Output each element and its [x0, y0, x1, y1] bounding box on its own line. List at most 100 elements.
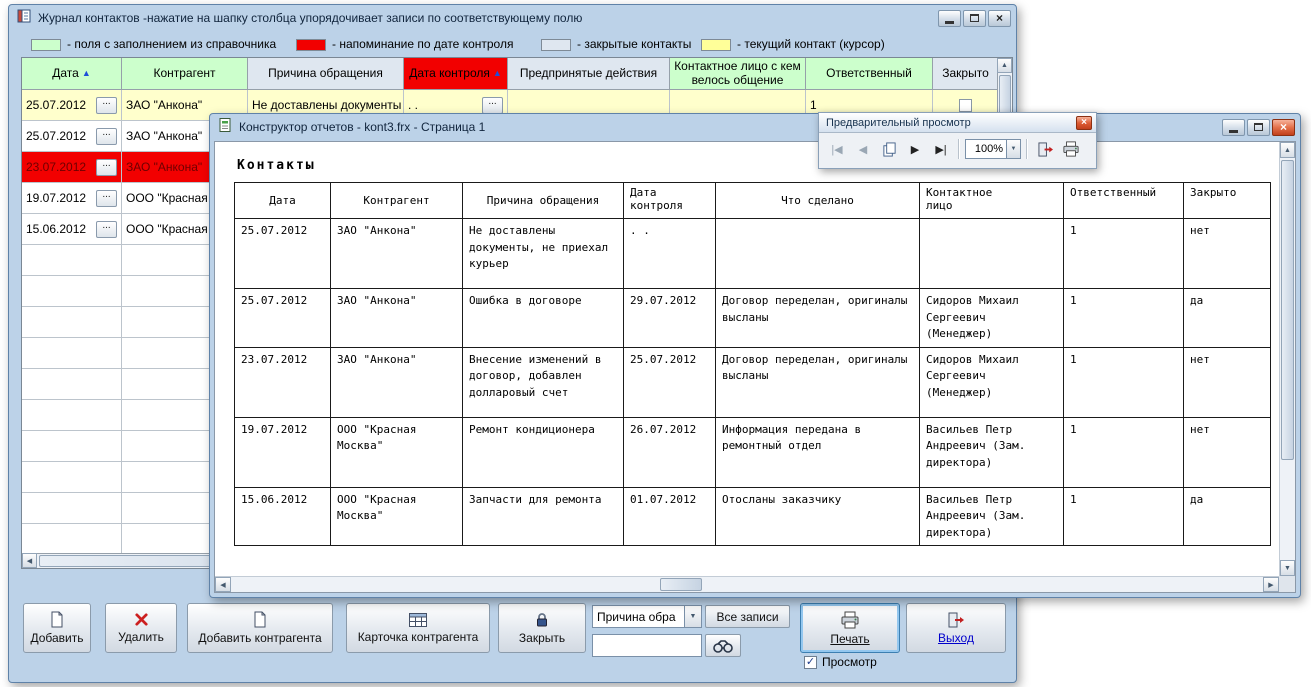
printer-icon [1062, 141, 1080, 157]
first-page-button[interactable]: |◀ [825, 137, 849, 161]
search-input[interactable] [592, 634, 702, 657]
pages-icon [882, 142, 897, 157]
date-picker-button[interactable]: ... [96, 97, 117, 114]
scroll-down-button[interactable]: ▼ [1280, 560, 1295, 576]
filter-field-value: Причина обра [593, 610, 684, 624]
report-col-control-date: Дата контроля [624, 183, 716, 219]
scroll-right-button[interactable]: ▶ [1263, 577, 1279, 592]
minimize-icon [945, 21, 954, 24]
delete-button[interactable]: Удалить [105, 603, 177, 653]
report-col-closed: Закрыто [1184, 183, 1271, 219]
column-header-actions[interactable]: Предпринятые действия [508, 58, 670, 90]
column-header-responsible[interactable]: Ответственный [806, 58, 933, 90]
close-button[interactable]: × [1272, 119, 1295, 136]
close-button[interactable]: × [1076, 116, 1092, 130]
scroll-thumb[interactable] [660, 578, 702, 591]
find-button[interactable] [705, 634, 741, 657]
report-col-done: Что сделано [716, 183, 920, 219]
all-records-button[interactable]: Все записи [705, 605, 790, 628]
date-cell[interactable]: 25.07.2012 ... [22, 90, 122, 121]
maximize-icon [970, 14, 979, 22]
date-cell[interactable]: 23.07.2012 ... [22, 152, 122, 183]
chevron-down-icon[interactable]: ▼ [1006, 140, 1020, 158]
report-app-icon [217, 117, 233, 138]
preview-toolbar-title: Предварительный просмотр [826, 117, 971, 129]
legend-swatch-current [701, 39, 731, 51]
preview-checkbox[interactable]: ✓ Просмотр [804, 655, 877, 669]
add-button[interactable]: Добавить [23, 603, 91, 653]
date-picker-button[interactable]: ... [482, 97, 503, 114]
exit-door-icon [947, 612, 965, 628]
pages-button[interactable] [877, 137, 901, 161]
maximize-button[interactable] [963, 10, 986, 27]
document-icon [252, 611, 268, 628]
exit-door-icon [1037, 142, 1054, 157]
add-counterparty-button[interactable]: Добавить контрагента [187, 603, 333, 653]
close-icon: × [1280, 121, 1287, 133]
print-button[interactable]: Печать [800, 603, 900, 653]
maximize-button[interactable] [1247, 119, 1270, 136]
counterparty-card-button[interactable]: Карточка контрагента [346, 603, 490, 653]
report-col-date: Дата [235, 183, 331, 219]
chevron-down-icon[interactable]: ▼ [684, 606, 701, 627]
column-header-reason[interactable]: Причина обращения [248, 58, 404, 90]
report-row: 19.07.2012 ООО "Красная Москва" Ремонт к… [235, 417, 1271, 487]
close-contact-button[interactable]: Закрыть [498, 603, 586, 653]
exit-button[interactable]: Выход [906, 603, 1006, 653]
report-page: Контакты Дата Контрагент Причина обращен… [214, 141, 1296, 593]
minimize-button[interactable] [938, 10, 961, 27]
column-header-control-date[interactable]: Дата контроля ▲ [404, 58, 508, 90]
column-header-closed[interactable]: Закрыто [933, 58, 999, 90]
filter-field-combo[interactable]: Причина обра ▼ [592, 605, 702, 628]
prev-page-button[interactable]: ◀ [851, 137, 875, 161]
grid-header-row: Дата ▲ Контрагент Причина обращения Дата… [22, 58, 1012, 90]
close-icon: × [1081, 118, 1087, 128]
report-table: Дата Контрагент Причина обращения Дата к… [234, 182, 1271, 546]
scroll-up-button[interactable]: ▲ [1280, 142, 1295, 158]
legend-label-current: - текущий контакт (курсор) [737, 37, 885, 51]
printer-icon [840, 611, 860, 629]
journal-window-title: Журнал контактов -нажатие на шапку столб… [38, 11, 934, 25]
closed-checkbox[interactable] [959, 99, 972, 112]
date-picker-button[interactable]: ... [96, 221, 117, 238]
separator [958, 139, 960, 159]
report-row: 15.06.2012 ООО "Красная Москва" Запчасти… [235, 487, 1271, 546]
date-picker-button[interactable]: ... [96, 190, 117, 207]
prev-page-icon: ◀ [859, 143, 867, 156]
sort-asc-icon: ▲ [82, 69, 91, 79]
legend-swatch-closed [541, 39, 571, 51]
scroll-thumb[interactable] [1281, 160, 1294, 460]
report-row: 25.07.2012 ЗАО "Анкона" Ошибка в договор… [235, 289, 1271, 348]
next-page-icon: ▶ [911, 143, 919, 156]
minimize-icon [1229, 130, 1238, 133]
next-page-button[interactable]: ▶ [903, 137, 927, 161]
print-button[interactable] [1059, 137, 1083, 161]
scrollbar-corner [1279, 576, 1295, 592]
delete-x-icon [134, 612, 149, 627]
close-button[interactable]: × [988, 10, 1011, 27]
column-header-contact[interactable]: Контактное лицо с кем велось общение [670, 58, 806, 90]
separator [1026, 139, 1028, 159]
legend-swatch-dictionary [31, 39, 61, 51]
report-horizontal-scrollbar[interactable]: ◀ ▶ [215, 576, 1279, 592]
checkbox-check-icon[interactable]: ✓ [804, 656, 817, 669]
date-cell[interactable]: 19.07.2012 ... [22, 183, 122, 214]
report-header-row: Дата Контрагент Причина обращения Дата к… [235, 183, 1271, 219]
date-cell[interactable]: 15.06.2012 ... [22, 214, 122, 245]
column-header-counterparty[interactable]: Контрагент [122, 58, 248, 90]
zoom-combo[interactable]: 100% ▼ [965, 139, 1021, 159]
date-picker-button[interactable]: ... [96, 159, 117, 176]
last-page-button[interactable]: ▶| [929, 137, 953, 161]
scroll-left-button[interactable]: ◀ [215, 577, 231, 592]
minimize-button[interactable] [1222, 119, 1245, 136]
date-cell[interactable]: 25.07.2012 ... [22, 121, 122, 152]
preview-checkbox-label: Просмотр [822, 655, 877, 669]
legend-label-dictionary: - поля с заполнением из справочника [67, 37, 276, 51]
close-preview-button[interactable] [1033, 137, 1057, 161]
lock-icon [534, 612, 550, 628]
column-header-date[interactable]: Дата ▲ [22, 58, 122, 90]
scroll-left-button[interactable]: ◀ [22, 553, 37, 568]
scroll-up-button[interactable]: ▲ [997, 58, 1012, 73]
date-picker-button[interactable]: ... [96, 128, 117, 145]
report-vertical-scrollbar[interactable]: ▲ ▼ [1279, 142, 1295, 576]
